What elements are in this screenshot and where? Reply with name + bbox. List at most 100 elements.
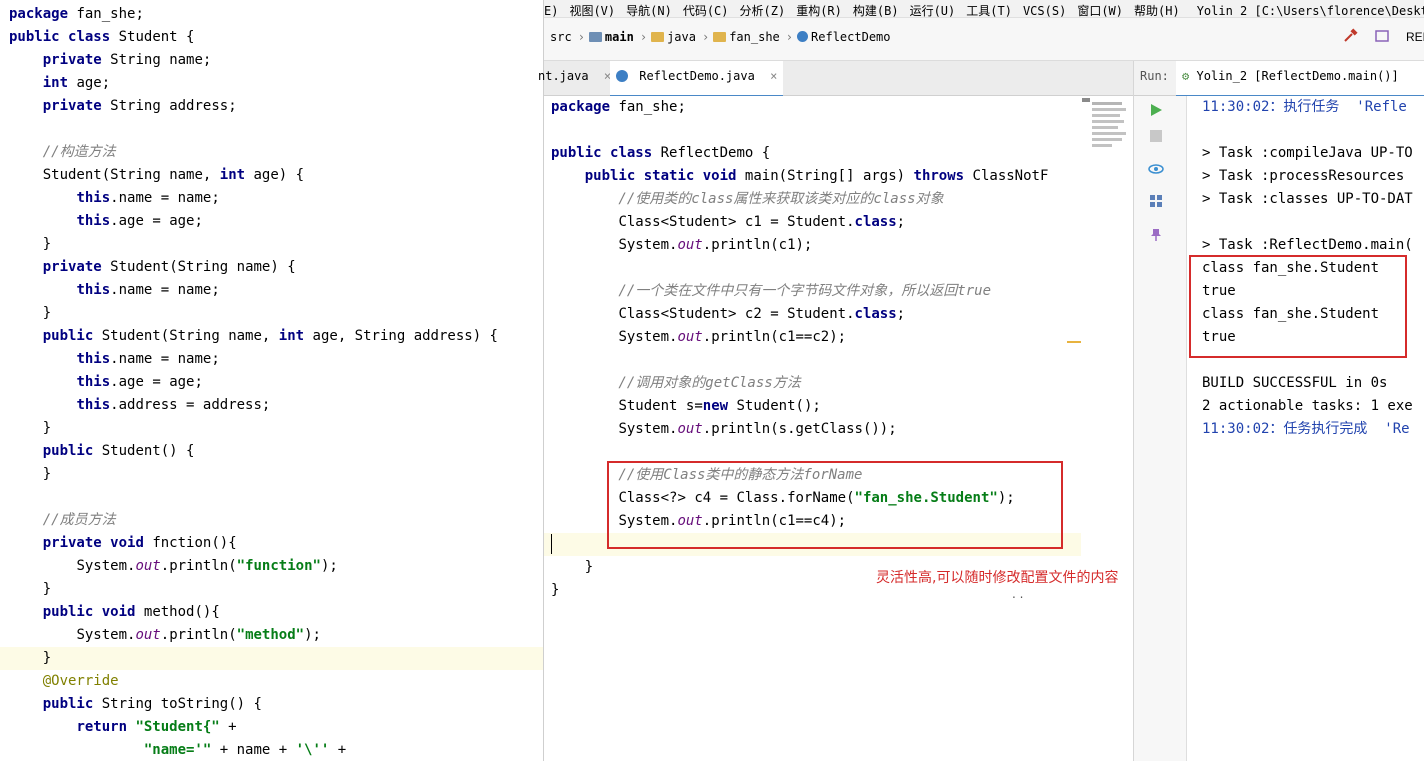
code-line: 11:30:02：任务执行完成 'Re	[1202, 421, 1410, 437]
layout-icon[interactable]	[1146, 191, 1166, 211]
menu-item[interactable]: E)	[544, 3, 558, 17]
menu-item[interactable]: 代码(C)	[683, 3, 729, 17]
breadcrumb-item[interactable]: java	[667, 30, 696, 44]
code-line: 2 actionable tasks: 1 exe	[1202, 398, 1413, 414]
menu-item[interactable]: 重构(R)	[796, 3, 842, 17]
window-title: Yolin_2 [C:\Users\florence\Desktop\java\…	[1196, 4, 1424, 18]
code-line: > Task :compileJava UP-TO	[1202, 145, 1413, 161]
code-line: System.out.println(s.getClass());	[618, 421, 897, 437]
code-line: this.name = name;	[76, 282, 220, 298]
console-output[interactable]: 11:30:02：执行任务 'Refle > Task :compileJava …	[1187, 96, 1424, 761]
navigation-bar: src › main › java › fan_she › ReflectDemo REF	[544, 18, 1424, 61]
folder-icon	[588, 32, 602, 42]
hammer-icon[interactable]	[1342, 28, 1358, 48]
rerun-icon[interactable]	[1146, 100, 1166, 120]
chevron-right-icon: ›	[785, 30, 794, 44]
breadcrumb-item[interactable]: ReflectDemo	[811, 30, 890, 44]
warning-marker[interactable]	[1067, 341, 1081, 343]
stop-icon[interactable]	[1146, 126, 1166, 146]
menu-item[interactable]: 工具(T)	[966, 3, 1012, 17]
menu-item[interactable]: 构建(B)	[853, 3, 899, 17]
code-line: public void method(){	[42, 604, 220, 620]
code-line: this.age = age;	[76, 213, 203, 229]
tab-reflectdemo-java[interactable]: ReflectDemo.java ×	[610, 61, 784, 98]
highlight-box-console	[1189, 255, 1407, 358]
code-line: private void fnction(){	[42, 535, 237, 551]
menu-item[interactable]: 导航(N)	[626, 3, 672, 17]
code-line: "name='" + name + '\'' +	[143, 742, 347, 758]
code-line: > Task :classes UP-TO-DAT	[1202, 191, 1413, 207]
reflectdemo-editor-pane[interactable]: package fan_she;public class ReflectDemo…	[544, 96, 1134, 761]
code-line: public static void main(String[] args) t…	[584, 168, 1049, 184]
menu-item[interactable]: 窗口(W)	[1077, 3, 1123, 17]
folder-icon	[651, 32, 665, 42]
code-line: //构造方法	[9, 144, 116, 160]
code-line: private String name;	[42, 52, 212, 68]
code-line: Student s=new Student();	[618, 398, 821, 414]
code-line: }	[9, 650, 52, 666]
tab-run-reflectdemo[interactable]: ⚙ Yolin_2 [ReflectDemo.main()] ×	[1176, 61, 1424, 113]
pin-icon[interactable]	[1146, 224, 1166, 244]
annotation-dots: . .	[1012, 587, 1024, 601]
code-line: 11:30:02：执行任务 'Refle	[1202, 99, 1407, 115]
code-line: System.out.println("method");	[76, 627, 321, 643]
code-line: return "Student{" +	[76, 719, 237, 735]
code-line: System.out.println("function");	[76, 558, 338, 574]
menu-item[interactable]: 帮助(H)	[1134, 3, 1180, 17]
close-icon[interactable]: ×	[770, 69, 777, 83]
breadcrumb: src › main › java › fan_she › ReflectDemo	[550, 30, 895, 44]
eye-icon[interactable]	[1146, 159, 1166, 179]
chevron-right-icon: ›	[577, 30, 585, 44]
menu-item[interactable]: 分析(Z)	[740, 3, 786, 17]
code-line: //成员方法	[9, 512, 116, 528]
code-line: @Override	[42, 673, 119, 689]
code-line: }	[9, 420, 52, 436]
code-line: package fan_she;	[551, 99, 686, 115]
chevron-right-icon: ›	[639, 30, 648, 44]
run-config-select[interactable]: REF	[1406, 30, 1424, 44]
breadcrumb-item[interactable]: src	[550, 30, 572, 44]
code-line: Student(String name, int age) {	[42, 167, 305, 183]
text-caret	[551, 534, 552, 554]
code-line: }	[551, 582, 560, 598]
minimap[interactable]	[1082, 96, 1132, 166]
code-line: public Student(String name, int age, Str…	[42, 328, 498, 344]
code-line: this.name = name;	[76, 351, 220, 367]
current-line-highlight	[0, 647, 543, 670]
code-line: }	[9, 305, 52, 321]
code-line: private Student(String name) {	[42, 259, 296, 275]
breadcrumb-item[interactable]: fan_she	[729, 30, 780, 44]
java-class-icon	[616, 70, 628, 82]
code-line: //调用对象的getClass方法	[551, 375, 801, 391]
run-tab-bar: Run: ⚙ Yolin_2 [ReflectDemo.main()] ×	[1134, 61, 1424, 113]
code-line: int age;	[42, 75, 111, 91]
menu-item[interactable]: VCS(S)	[1023, 3, 1066, 17]
menu-bar: E) 视图(V) 导航(N) 代码(C) 分析(Z) 重构(R) 构建(B) 运行(U) 工具(…	[544, 0, 1424, 18]
run-config-icon[interactable]	[1374, 28, 1390, 48]
annotation-text: 灵活性高,可以随时修改配置文件的内容 . .	[876, 570, 1119, 601]
code-line: public Student() {	[42, 443, 195, 459]
java-class-icon	[797, 31, 809, 42]
folder-icon	[713, 32, 727, 42]
code-line: //使用类的class属性来获取该类对应的class对象	[551, 191, 944, 207]
code-line: public String toString() {	[42, 696, 262, 712]
code-line: }	[551, 559, 594, 575]
run-config-icon: ⚙	[1182, 69, 1190, 83]
menu-item[interactable]: 视图(V)	[569, 3, 615, 17]
menu-item[interactable]: 运行(U)	[910, 3, 956, 17]
code-line: }	[9, 466, 52, 482]
code-line: package fan_she;	[9, 6, 144, 22]
highlight-box-forname	[607, 461, 1063, 549]
code-line: > Task :ReflectDemo.main(	[1202, 237, 1413, 253]
code-line: private String address;	[42, 98, 237, 114]
student-editor-pane[interactable]: package fan_she;public class Student { p…	[0, 0, 544, 761]
code-line: public class Student {	[9, 29, 195, 45]
tab-student-java[interactable]: nt.java ×	[532, 61, 617, 95]
breadcrumb-item[interactable]: main	[605, 30, 634, 44]
code-line: public class ReflectDemo {	[551, 145, 771, 161]
run-toolbar	[1134, 96, 1187, 761]
chevron-right-icon: ›	[701, 30, 710, 44]
code-line: System.out.println(c1==c2);	[618, 329, 847, 345]
code-line: this.address = address;	[76, 397, 271, 413]
code-line: //一个类在文件中只有一个字节码文件对象，所以返回true	[551, 283, 992, 299]
